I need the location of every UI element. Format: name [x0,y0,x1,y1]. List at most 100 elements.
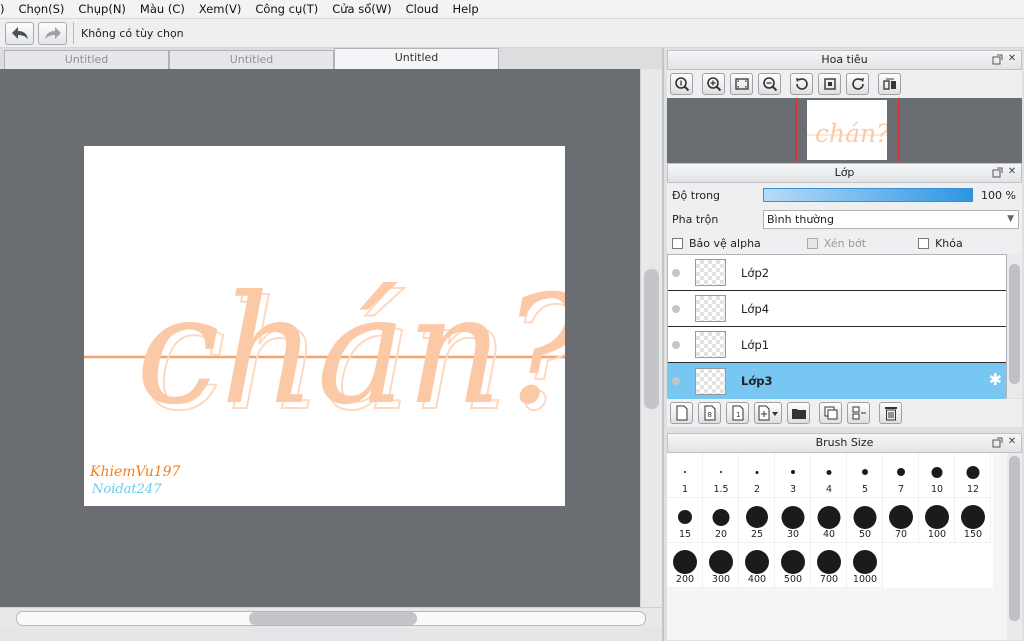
lock-checkbox[interactable]: Khóa [918,237,963,250]
brush-size-cell[interactable]: 7 [883,453,919,498]
right-panels: Hoa tiêu ✕ chán? Lớp ✕ Độ trong 100 % Ph… [662,48,1024,641]
document-tab-3[interactable]: Untitled [334,48,499,69]
delete-layer-button[interactable] [879,402,902,424]
document-tab-1[interactable]: Untitled [4,50,169,69]
undock-icon[interactable] [991,166,1003,178]
brush-size-cell[interactable]: 20 [703,498,739,543]
menu-item-help[interactable]: Help [446,2,486,16]
menu-item-cloud[interactable]: Cloud [399,2,446,16]
new-8bit-layer-button[interactable]: 8 [698,402,721,424]
brush-size-cell[interactable]: 150 [955,498,991,543]
new-1bit-layer-button[interactable]: 1 [726,402,749,424]
menu-item-view[interactable]: Xem(V) [192,2,248,16]
add-layer-menu-button[interactable] [754,402,782,424]
close-icon[interactable]: ✕ [1006,166,1018,178]
clipping-label: Xén bớt [823,236,867,250]
visibility-toggle[interactable] [672,340,680,349]
menu-item-window[interactable]: Cửa sổ(W) [325,2,398,16]
brush-size-cell[interactable]: 15 [667,498,703,543]
navigator-preview[interactable]: chán? [667,98,1022,163]
fit-window-button[interactable] [730,73,753,95]
brush-size-cell[interactable]: 5 [847,453,883,498]
brush-dot-icon [677,510,692,524]
undock-icon[interactable] [991,436,1003,448]
brush-dot-icon [896,468,905,476]
visibility-toggle[interactable] [672,377,680,385]
brush-size-label: 1000 [852,574,878,585]
menu-item-color[interactable]: Màu (C) [133,2,192,16]
brush-size-cell[interactable]: 30 [775,498,811,543]
flip-horizontal-button[interactable] [878,73,901,95]
brush-size-header: Brush Size ✕ [667,433,1022,453]
brush-size-cell[interactable]: 500 [775,543,811,588]
merge-layer-button[interactable] [847,402,870,424]
brush-size-cell[interactable]: 4 [811,453,847,498]
visibility-toggle[interactable] [672,304,680,313]
canvas-horizontal-scrollbar[interactable] [0,607,662,629]
brush-size-cell[interactable]: 1.5 [703,453,739,498]
brush-size-cell[interactable]: 12 [955,453,991,498]
rotate-left-button[interactable] [790,73,813,95]
brush-size-cell[interactable]: 700 [811,543,847,588]
layer-row[interactable]: Lớp4 [668,291,1006,327]
opacity-slider[interactable] [763,188,973,202]
menu-item-tools[interactable]: Công cụ(T) [248,2,325,16]
menu-item-select[interactable]: Chọn(S) [12,2,72,16]
undo-icon [11,27,28,39]
layer-row[interactable]: Lớp1 [668,327,1006,363]
brush-size-cell[interactable]: 25 [739,498,775,543]
artwork: chán? chán? [84,264,565,445]
gear-icon[interactable]: ✱ [989,372,1002,388]
brush-size-cell[interactable]: 1 [667,453,703,498]
brush-scroll-thumb[interactable] [1009,456,1020,621]
brush-size-cell[interactable]: 1000 [847,543,883,588]
brush-size-cell[interactable]: 300 [703,543,739,588]
brush-size-cell[interactable]: 10 [919,453,955,498]
layer-scroll-thumb[interactable] [1009,264,1020,384]
canvas-vertical-scrollbar[interactable] [640,69,662,607]
duplicate-layer-button[interactable] [819,402,842,424]
close-icon[interactable]: ✕ [1006,53,1018,65]
blend-label: Pha trộn [672,212,719,226]
protect-alpha-checkbox[interactable]: Bảo vệ alpha [672,237,761,250]
document-tab-2[interactable]: Untitled [169,50,334,69]
redo-button[interactable] [38,21,67,45]
brush-dot-icon [960,505,985,529]
horizontal-scroll-thumb[interactable] [249,612,417,625]
navigator-viewport-frame[interactable] [795,98,900,162]
brush-size-cell[interactable]: 100 [919,498,955,543]
layer-list-scrollbar[interactable] [1007,254,1022,398]
undock-icon[interactable] [991,53,1003,65]
brush-size-cell[interactable]: 2 [739,453,775,498]
layer-row[interactable]: Lớp2 [668,255,1006,291]
reset-rotation-button[interactable] [818,73,841,95]
brush-size-cell[interactable]: 3 [775,453,811,498]
menu-item-cut-off[interactable]: ) [0,2,12,16]
new-layer-button[interactable] [670,402,693,424]
menu-item-capture[interactable]: Chụp(N) [71,2,132,16]
brush-dot-icon [861,469,868,475]
drawing-canvas[interactable]: chán? chán? KhiemVu197 Noidat247 [84,146,565,506]
rotate-right-button[interactable] [846,73,869,95]
brush-size-cell[interactable]: 400 [739,543,775,588]
brush-size-label: 70 [894,529,908,540]
zoom-in-button[interactable] [702,73,725,95]
visibility-toggle[interactable] [672,268,680,277]
blend-mode-select[interactable]: Bình thường ▼ [763,209,1019,229]
brush-size-scrollbar[interactable] [1007,453,1022,640]
lock-label: Khóa [935,236,963,250]
new-folder-button[interactable] [787,402,810,424]
brush-size-cell[interactable]: 50 [847,498,883,543]
vertical-scroll-thumb[interactable] [644,269,659,409]
brush-size-cell[interactable]: 70 [883,498,919,543]
brush-size-cell[interactable]: 200 [667,543,703,588]
zoom-actual-button[interactable] [670,73,693,95]
undo-button[interactable] [5,21,34,45]
canvas-workspace[interactable]: chán? chán? KhiemVu197 Noidat247 [0,69,640,607]
brush-dot-icon [888,505,913,529]
zoom-out-button[interactable] [758,73,781,95]
close-icon[interactable]: ✕ [1006,436,1018,448]
layer-row-selected[interactable]: Lớp3 ✱ [668,363,1006,399]
layer-name: Lớp1 [741,337,770,352]
brush-size-cell[interactable]: 40 [811,498,847,543]
